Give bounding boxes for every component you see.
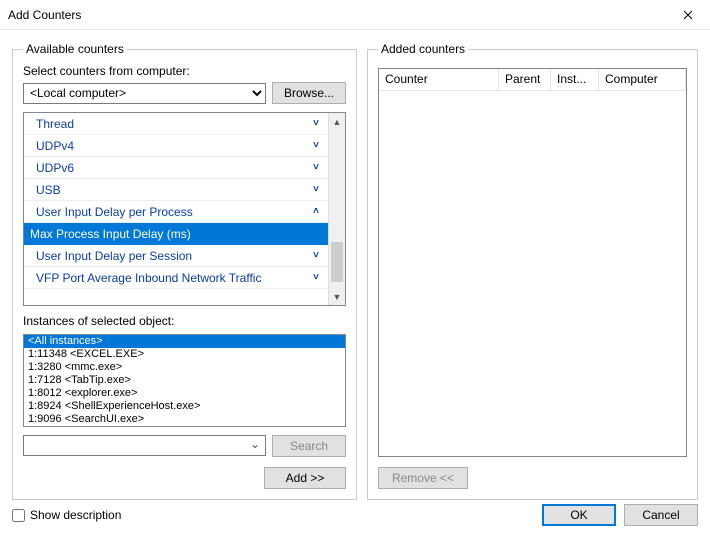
show-description-input[interactable]: [12, 509, 25, 522]
browse-button[interactable]: Browse...: [272, 82, 346, 104]
col-parent[interactable]: Parent: [499, 69, 551, 91]
available-counters-legend: Available counters: [23, 42, 127, 56]
dialog-footer: Show description OK Cancel: [0, 500, 710, 536]
counter-item[interactable]: UDPv6: [24, 157, 328, 179]
instance-search-input[interactable]: ⌄: [23, 435, 266, 456]
counter-item-label: USB: [36, 183, 310, 197]
col-computer[interactable]: Computer: [599, 69, 686, 91]
cancel-button[interactable]: Cancel: [624, 504, 698, 526]
chevron-down-icon: [310, 162, 322, 173]
counter-item[interactable]: USB: [24, 179, 328, 201]
ok-button[interactable]: OK: [542, 504, 616, 526]
chevron-down-icon: [310, 272, 322, 283]
counter-item[interactable]: Max Process Input Delay (ms): [24, 223, 328, 245]
added-counters-legend: Added counters: [378, 42, 468, 56]
instance-row[interactable]: 1:11348 <EXCEL.EXE>: [24, 348, 345, 361]
instance-row[interactable]: 1:8924 <ShellExperienceHost.exe>: [24, 400, 345, 413]
table-body[interactable]: [379, 91, 686, 456]
counter-item-label: Max Process Input Delay (ms): [30, 227, 322, 241]
show-description-label: Show description: [30, 508, 121, 522]
counter-item[interactable]: User Input Delay per Process: [24, 201, 328, 223]
add-button[interactable]: Add >>: [264, 467, 346, 489]
chevron-down-icon: [310, 184, 322, 195]
chevron-down-icon: ⌄: [247, 437, 263, 451]
scroll-up-button[interactable]: ▲: [329, 113, 345, 130]
instances-label: Instances of selected object:: [23, 314, 346, 328]
select-computer-label: Select counters from computer:: [23, 64, 346, 78]
scroll-track[interactable]: [329, 130, 345, 288]
counter-item-label: UDPv4: [36, 139, 310, 153]
instance-row[interactable]: 1:7128 <TabTip.exe>: [24, 374, 345, 387]
instance-row[interactable]: 1:8012 <explorer.exe>: [24, 387, 345, 400]
chevron-down-icon: [310, 250, 322, 261]
titlebar: Add Counters: [0, 0, 710, 30]
instance-row[interactable]: 1:9096 <SearchUI.exe>: [24, 413, 345, 426]
available-counters-group: Available counters Select counters from …: [12, 42, 357, 500]
counter-item-label: VFP Port Average Inbound Network Traffic: [36, 271, 310, 285]
counter-item[interactable]: UDPv4: [24, 135, 328, 157]
counter-item[interactable]: VFP Port Average Inbound Network Traffic: [24, 267, 328, 289]
computer-select[interactable]: <Local computer>: [23, 83, 266, 104]
counters-list: Thread UDPv4 UDPv6 USB User Input Delay per …: [23, 112, 346, 306]
counter-item-label: User Input Delay per Session: [36, 249, 310, 263]
instance-row[interactable]: 1:3280 <mmc.exe>: [24, 361, 345, 374]
close-icon: [683, 10, 693, 20]
remove-button[interactable]: Remove <<: [378, 467, 468, 489]
instances-list[interactable]: <All instances>1:11348 <EXCEL.EXE>1:3280…: [23, 334, 346, 427]
scroll-thumb[interactable]: [331, 242, 343, 282]
counter-item[interactable]: User Input Delay per Session: [24, 245, 328, 267]
col-inst[interactable]: Inst...: [551, 69, 599, 91]
search-button[interactable]: Search: [272, 435, 346, 457]
scroll-down-button[interactable]: ▼: [329, 288, 345, 305]
window-title: Add Counters: [8, 8, 665, 22]
counter-item[interactable]: Thread: [24, 113, 328, 135]
counter-item-label: UDPv6: [36, 161, 310, 175]
col-counter[interactable]: Counter: [379, 69, 499, 91]
added-counters-group: Added counters Counter Parent Inst... Co…: [367, 42, 698, 500]
counters-scrollbar[interactable]: ▲ ▼: [328, 113, 345, 305]
chevron-down-icon: [310, 118, 322, 129]
added-counters-table: Counter Parent Inst... Computer: [378, 68, 687, 457]
instance-row[interactable]: <All instances>: [24, 335, 345, 348]
chevron-down-icon: [310, 140, 322, 151]
table-header: Counter Parent Inst... Computer: [379, 69, 686, 91]
chevron-up-icon: [310, 206, 322, 217]
show-description-checkbox[interactable]: Show description: [12, 508, 534, 522]
counter-item-label: User Input Delay per Process: [36, 205, 310, 219]
counter-item-label: Thread: [36, 117, 310, 131]
close-button[interactable]: [665, 0, 710, 30]
